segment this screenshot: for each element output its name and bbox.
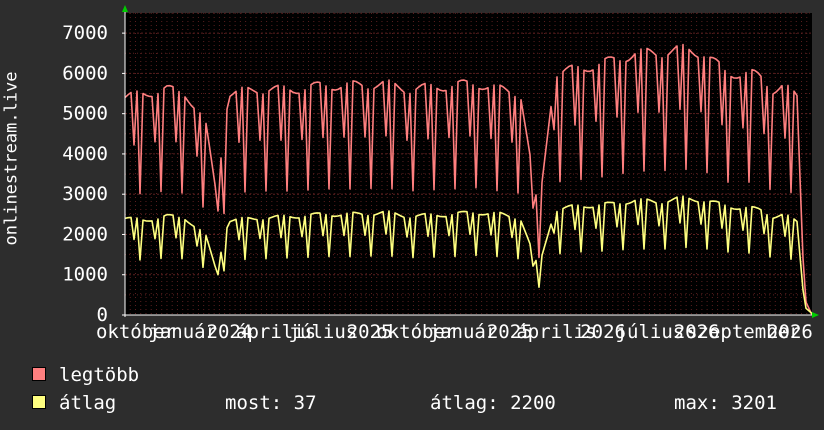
legend-item-atlag: átlag most: 37 átlag: 2200 max: 3201 (32, 393, 812, 413)
y-axis-arrow (122, 5, 128, 12)
stat-avg: átlag: 2200 (430, 393, 556, 413)
y-tick-labels: 01000200030004000500060007000 (62, 22, 125, 326)
legend-label-legtobb: legtöbb (59, 364, 140, 386)
stat-avg-value: 2200 (510, 392, 556, 414)
stat-now-label: most: (225, 392, 283, 414)
chart-panel: 0 1000 2000 3000 4000 5000 6000 7000 október jan… (0, 0, 824, 430)
legend-swatch-legtobb (32, 367, 46, 381)
stat-avg-label: átlag: (430, 392, 499, 414)
y-tick-label: 3000 (62, 183, 108, 205)
stat-now-value: 37 (293, 392, 317, 414)
y-tick-label: 7000 (62, 22, 108, 44)
x-tick-label: 2026 (767, 321, 813, 343)
stat-max-label: max: (674, 392, 720, 414)
x-tick-labels: októberjanuár2024áprilisjúlius2025októbe… (96, 321, 813, 343)
legend-swatch-atlag (32, 395, 46, 409)
plot-area (125, 13, 812, 315)
x-axis-arrow (812, 312, 819, 318)
stat-max-value: 3201 (731, 392, 777, 414)
y-tick-label: 6000 (62, 62, 108, 84)
y-tick-label: 4000 (62, 143, 108, 165)
y-tick-label: 1000 (62, 264, 108, 286)
y-axis-title: onlinestream.live (1, 71, 22, 246)
legend-label-atlag: átlag (59, 392, 117, 414)
stat-now: most: 37 (225, 393, 317, 413)
y-tick-label: 5000 (62, 103, 108, 125)
y-tick-label: 2000 (62, 223, 108, 245)
stat-max: max: 3201 (674, 393, 777, 413)
